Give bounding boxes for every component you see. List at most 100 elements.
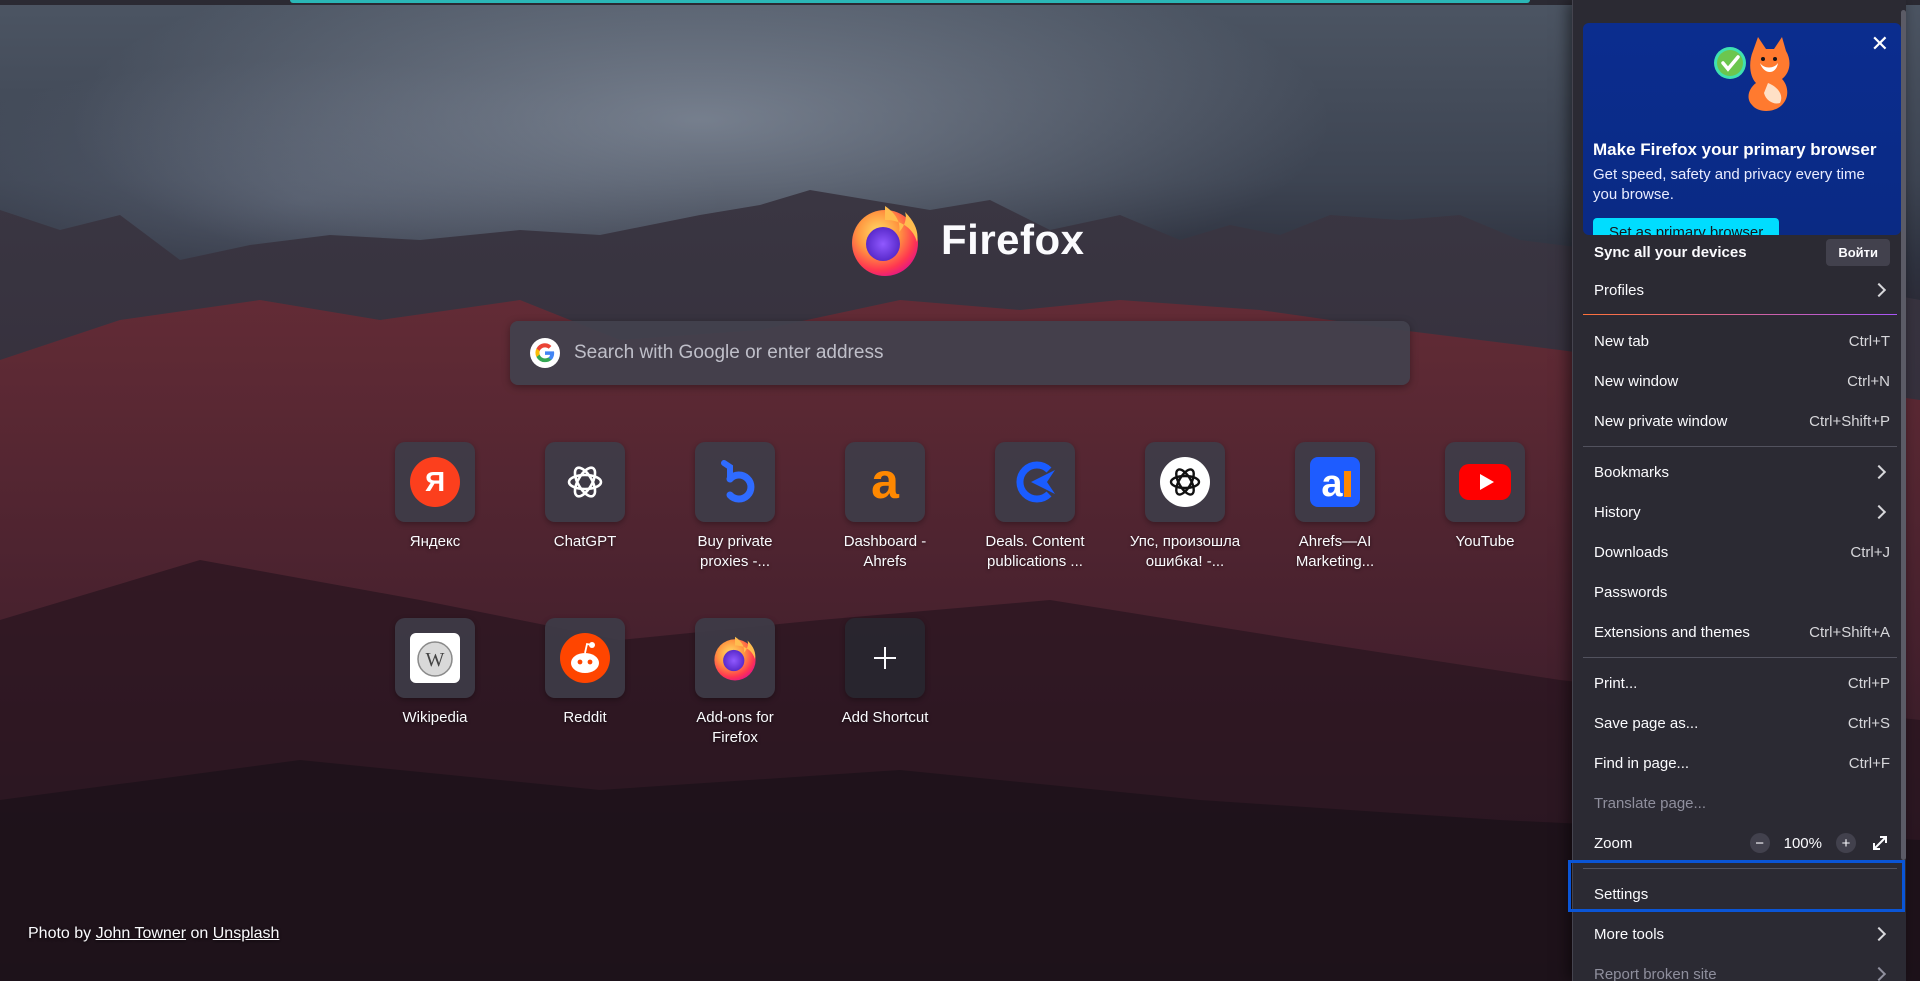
shortcut-reddit[interactable]: Reddit [510,618,660,728]
shortcut-tile[interactable]: Я [395,442,475,522]
shortcut-label: Add Shortcut [841,709,929,726]
ahrefs-a-icon: a [871,457,900,507]
menu-item-shortcut: Ctrl+S [1847,714,1890,732]
shortcut-tile[interactable] [695,618,775,698]
sync-devices-item[interactable]: Sync all your devices Войти [1574,233,1906,271]
menu-item-passwords[interactable]: Passwords [1574,573,1906,611]
photo-credit: Photo by John Towner on Unsplash [28,925,279,943]
shortcut-label: Wikipedia [402,709,468,726]
profiles-item[interactable]: Profiles [1574,271,1906,309]
menu-item-shortcut: Ctrl+P [1847,674,1890,692]
menu-item-bookmarks[interactable]: Bookmarks [1574,453,1906,491]
shortcut-tile[interactable]: W [395,618,475,698]
menu-item-new-private-window[interactable]: New private window Ctrl+Shift+P [1574,402,1906,440]
shortcut-wikipedia[interactable]: W Wikipedia [360,618,510,728]
shortcut-tile[interactable]: a [1295,442,1375,522]
shortcut-tile[interactable] [545,442,625,522]
openai-icon [567,466,603,498]
close-icon[interactable]: ✕ [1871,31,1889,57]
zoom-in-button[interactable]: + [1836,833,1856,853]
zoom-out-button[interactable]: − [1749,833,1770,853]
chevron-right-icon [1871,282,1887,298]
shortcut-proxies[interactable]: Buy private proxies -... [660,442,810,572]
menu-item-print[interactable]: Print... Ctrl+P [1574,664,1906,702]
menu-item-report-broken-site[interactable]: Report broken site [1574,955,1906,981]
shortcut-chatgpt[interactable]: ChatGPT [510,442,660,552]
shortcut-tile[interactable] [1145,442,1225,522]
menu-item-find-in-page[interactable]: Find in page... Ctrl+F [1574,744,1906,782]
yandex-icon: Я [410,457,460,507]
firefox-addons-icon [714,636,756,681]
credit-on: on [190,925,209,942]
menu-item-new-tab[interactable]: New tab Ctrl+T [1574,322,1906,360]
menu-item-label: New private window [1594,412,1728,430]
menu-item-label: Extensions and themes [1594,623,1750,641]
search-placeholder: Search with Google or enter address [574,342,884,363]
fullscreen-icon[interactable] [1870,833,1890,853]
menu-item-label: More tools [1594,925,1665,943]
youtube-icon [1459,464,1511,500]
proxy-b-icon [721,460,755,503]
zoom-controls: − 100% + [1749,833,1890,853]
shortcut-tile[interactable]: a [845,442,925,522]
shortcut-label: Яндекс [409,533,461,550]
firefox-wordmark: Firefox [845,200,1085,280]
svg-text:W: W [426,649,445,671]
menu-item-label: Downloads [1594,543,1669,561]
menu-scrollbar[interactable] [1901,10,1906,860]
menu-item-label: New window [1594,372,1679,390]
menu-item-settings[interactable]: Settings [1574,875,1906,913]
credit-site-link[interactable]: Unsplash [213,925,280,942]
menu-item-label: Save page as... [1594,714,1699,732]
shortcut-label: Reddit [563,709,607,726]
promo-description: Get speed, safety and privacy every time… [1593,166,1865,203]
shortcut-addons[interactable]: Add-ons for Firefox [660,618,810,748]
firefox-wordmark-text: Firefox [941,216,1085,263]
menu-item-save-page[interactable]: Save page as... Ctrl+S [1574,704,1906,742]
shortcut-ahrefs-dashboard[interactable]: a Dashboard - Ahrefs [810,442,960,572]
search-bar[interactable]: Search with Google or enter address [510,321,1410,385]
menu-item-translate-page: Translate page... [1574,784,1906,822]
shortcut-tile[interactable] [695,442,775,522]
shortcut-ups-error[interactable]: Упс, произошла ошибка! -... [1110,442,1260,572]
shortcut-tile[interactable] [995,442,1075,522]
menu-item-new-window[interactable]: New window Ctrl+N [1574,362,1906,400]
shortcut-tile[interactable] [845,618,925,698]
menu-item-history[interactable]: History [1574,493,1906,531]
shortcut-deals[interactable]: Deals. Content publications ... [960,442,1110,572]
deals-arrow-icon [1016,461,1055,503]
shortcut-label: Ahrefs—AI Marketing... [1295,533,1375,570]
menu-item-extensions[interactable]: Extensions and themes Ctrl+Shift+A [1574,613,1906,651]
svg-text:Я: Я [425,466,445,497]
chevron-right-icon [1871,504,1887,520]
menu-item-label: Find in page... [1594,754,1690,772]
credit-author-link[interactable]: John Towner [96,925,186,942]
promo-title: Make Firefox your primary browser [1593,140,1877,159]
menu-item-label: History [1594,503,1641,521]
menu-item-shortcut: Ctrl+T [1848,332,1890,350]
menu-item-shortcut: Ctrl+N [1847,372,1890,390]
menu-item-label: Print... [1594,674,1638,692]
reddit-icon [560,633,610,683]
plus-icon [874,647,896,669]
ahrefs-ai-icon: a [1310,457,1360,507]
shortcut-label: Buy private proxies -... [697,533,773,570]
svg-text:a: a [871,457,900,507]
shortcut-label: ChatGPT [553,533,617,550]
shortcut-ahrefs-ai[interactable]: a Ahrefs—AI Marketing... [1260,442,1410,572]
zoom-level[interactable]: 100% [1784,835,1822,852]
shortcut-tile[interactable] [545,618,625,698]
menu-item-more-tools[interactable]: More tools [1574,915,1906,953]
menu-item-label: Settings [1594,885,1649,903]
profiles-label: Profiles [1594,281,1645,299]
shortcut-yandex[interactable]: Я Яндекс [360,442,510,552]
menu-item-downloads[interactable]: Downloads Ctrl+J [1574,533,1906,571]
menu-item-shortcut: Ctrl+Shift+A [1809,623,1890,641]
menu-item-label: Report broken site [1594,965,1717,981]
shortcut-tile[interactable] [1445,442,1525,522]
shortcut-youtube[interactable]: YouTube [1410,442,1560,552]
chevron-right-icon [1871,464,1887,480]
sign-in-button[interactable]: Войти [1826,238,1890,266]
shortcut-label: YouTube [1455,533,1515,550]
add-shortcut-button[interactable]: Add Shortcut [810,618,960,728]
